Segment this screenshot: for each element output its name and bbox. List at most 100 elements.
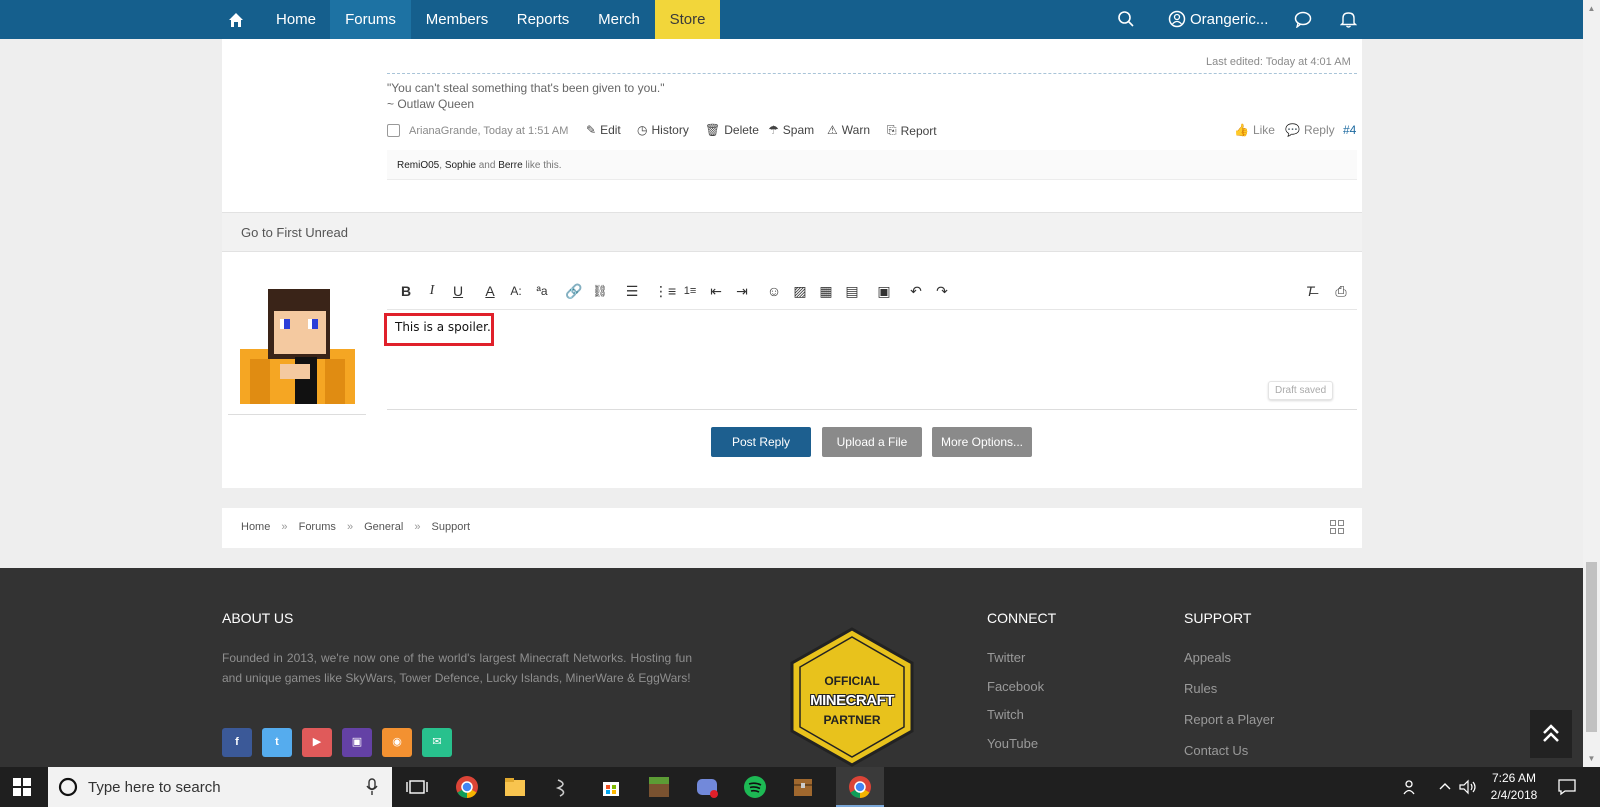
editor-content[interactable]: This is a spoiler. [395, 320, 491, 334]
taskbar-date[interactable]: 2/4/2018 [1487, 788, 1541, 802]
avatar[interactable] [240, 289, 355, 404]
facebook-icon[interactable]: f [222, 728, 252, 757]
link-icon[interactable]: 🔗 [564, 281, 584, 301]
people-icon[interactable] [1402, 778, 1420, 801]
connect-youtube-link[interactable]: YouTube [987, 736, 1038, 751]
connect-twitter-link[interactable]: Twitter [987, 650, 1025, 665]
bold-button[interactable]: B [396, 281, 416, 301]
reply-button[interactable]: 💬 Reply [1285, 123, 1335, 137]
nav-members[interactable]: Members [411, 0, 503, 39]
image-icon[interactable]: ▨ [790, 281, 810, 301]
taskbar-search-box[interactable]: Type here to search [48, 767, 392, 807]
text-color-button[interactable]: A [480, 281, 500, 301]
email-icon[interactable]: ✉ [422, 728, 452, 757]
twitter-icon[interactable]: t [262, 728, 292, 757]
post-author-meta[interactable]: ArianaGrande, Today at 1:51 AM [409, 125, 568, 137]
outdent-icon[interactable]: ⇤ [706, 281, 726, 301]
scroll-up-arrow[interactable]: ▲ [1583, 0, 1600, 17]
breadcrumb-support[interactable]: Support [432, 521, 471, 533]
support-rules-link[interactable]: Rules [1184, 681, 1217, 696]
like-user-link[interactable]: Sophie [445, 160, 476, 171]
search-icon[interactable] [1117, 10, 1135, 28]
underline-button[interactable]: U [448, 281, 468, 301]
upload-file-button[interactable]: Upload a File [822, 427, 922, 457]
go-to-first-unread-link[interactable]: Go to First Unread [241, 225, 348, 240]
warn-button[interactable]: ⚠ Warn [827, 123, 870, 137]
more-options-button[interactable]: More Options... [932, 427, 1032, 457]
history-button[interactable]: ◷ History [637, 123, 689, 137]
connect-facebook-link[interactable]: Facebook [987, 679, 1044, 694]
scroll-down-arrow[interactable]: ▼ [1583, 750, 1600, 767]
font-size-button[interactable]: A: [506, 281, 526, 301]
message-editor[interactable] [387, 310, 1357, 410]
bell-icon[interactable] [1340, 10, 1357, 28]
like-button[interactable]: 👍 Like [1234, 123, 1275, 137]
indent-icon[interactable]: ⇥ [732, 281, 752, 301]
report-button[interactable]: ⎘ Report [887, 123, 937, 138]
microphone-icon[interactable] [366, 778, 378, 796]
like-user-link[interactable]: RemiO05 [397, 160, 439, 171]
chrome-icon[interactable] [452, 772, 482, 802]
redo-icon[interactable]: ↷ [932, 281, 952, 301]
twitch-icon[interactable]: ▣ [342, 728, 372, 757]
discord-icon[interactable] [692, 772, 722, 802]
nav-home[interactable]: Home [262, 0, 330, 39]
font-family-button[interactable]: ªa [532, 281, 552, 301]
nav-reports[interactable]: Reports [503, 0, 583, 39]
numbered-list-icon[interactable]: 1≡ [680, 281, 700, 301]
task-view-icon[interactable] [402, 772, 432, 802]
save-draft-icon[interactable]: ▣ [874, 281, 894, 301]
chest-icon[interactable] [788, 772, 818, 802]
support-contact-link[interactable]: Contact Us [1184, 743, 1248, 758]
quote-icon[interactable]: ▤ [842, 281, 862, 301]
back-to-top-button[interactable] [1530, 710, 1572, 758]
youtube-icon[interactable]: ▶ [302, 728, 332, 757]
rss-icon[interactable]: ◉ [382, 728, 412, 757]
remove-format-icon[interactable]: T̶ [1300, 281, 1320, 301]
minecraft-icon[interactable] [644, 772, 674, 802]
spam-button[interactable]: ☂ Spam [768, 123, 814, 137]
notifications-icon[interactable] [1557, 778, 1577, 801]
align-icon[interactable]: ☰ [622, 281, 642, 301]
chevron-up-icon[interactable] [1438, 778, 1452, 801]
page-scrollbar[interactable]: ▲ ▼ [1583, 0, 1600, 767]
support-report-player-link[interactable]: Report a Player [1184, 712, 1274, 727]
grid-icon[interactable] [1330, 520, 1344, 539]
select-post-checkbox[interactable] [387, 124, 400, 137]
chat-icon[interactable] [1294, 11, 1312, 28]
volume-icon[interactable] [1458, 778, 1478, 801]
post-reply-button[interactable]: Post Reply [711, 427, 811, 457]
user-icon[interactable] [1168, 10, 1186, 28]
breadcrumb-home[interactable]: Home [241, 521, 270, 533]
edit-button[interactable]: ✎ Edit [586, 123, 621, 137]
store-icon[interactable] [596, 772, 626, 802]
unlink-icon[interactable]: ⛓ [590, 281, 610, 301]
spotify-icon[interactable] [740, 772, 770, 802]
home-icon-button[interactable] [222, 0, 250, 39]
breadcrumb-forums[interactable]: Forums [299, 521, 336, 533]
media-icon[interactable]: ▦ [816, 281, 836, 301]
file-explorer-icon[interactable] [500, 772, 530, 802]
delete-button[interactable]: 🗑 Delete [705, 123, 759, 137]
like-user-link[interactable]: Berre [498, 160, 522, 171]
nav-forums[interactable]: Forums [330, 0, 411, 39]
undo-icon[interactable]: ↶ [906, 281, 926, 301]
post-number[interactable]: #4 [1343, 123, 1356, 137]
nav-merch[interactable]: Merch [583, 0, 655, 39]
bullet-list-icon[interactable]: ⋮≡ [654, 281, 676, 301]
nav-store[interactable]: Store [655, 0, 720, 39]
app-icon[interactable] [548, 772, 578, 802]
taskbar-time[interactable]: 7:26 AM [1487, 771, 1541, 785]
support-appeals-link[interactable]: Appeals [1184, 650, 1231, 665]
toggle-bbcode-icon[interactable]: ⎙ [1331, 281, 1351, 301]
italic-button[interactable]: I [422, 281, 442, 301]
scroll-thumb[interactable] [1586, 562, 1597, 732]
badge-line-official: OFFICIAL [824, 674, 880, 688]
connect-twitch-link[interactable]: Twitch [987, 707, 1024, 722]
breadcrumb-separator: » [281, 521, 288, 533]
windows-start-icon[interactable] [13, 778, 31, 801]
username-link[interactable]: Orangeric... [1190, 0, 1290, 39]
smiley-icon[interactable]: ☺ [764, 281, 784, 301]
breadcrumb-general[interactable]: General [364, 521, 403, 533]
chrome-active-icon[interactable] [836, 767, 884, 807]
